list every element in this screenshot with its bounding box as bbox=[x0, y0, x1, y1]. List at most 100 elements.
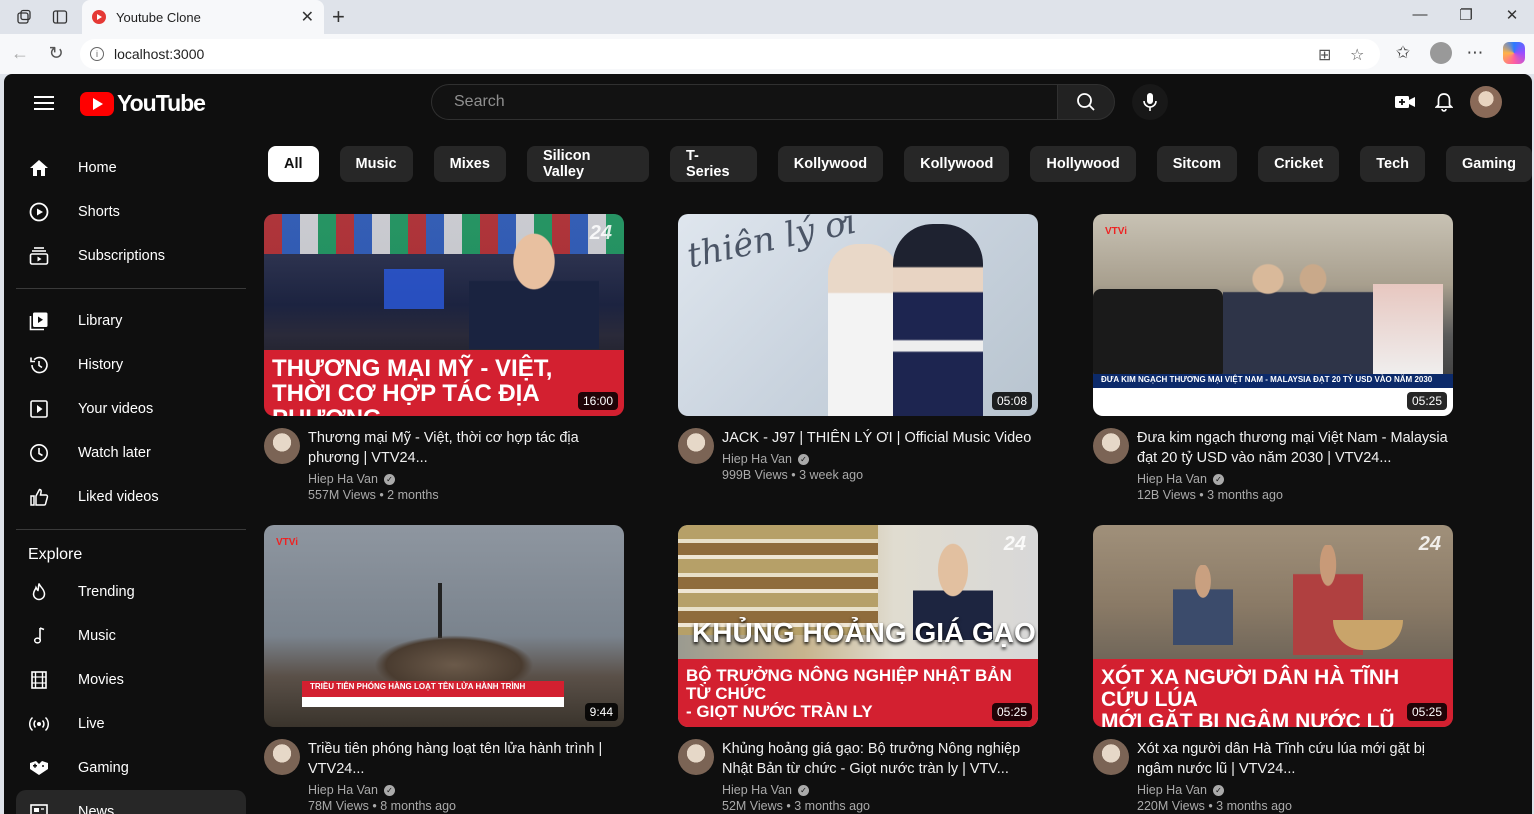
sidebar-item-home[interactable]: Home bbox=[16, 146, 246, 190]
video-duration: 05:25 bbox=[1406, 703, 1447, 721]
back-icon[interactable]: ← bbox=[8, 43, 32, 64]
video-stats: 220M Views • 3 months ago bbox=[1137, 799, 1292, 813]
video-card[interactable]: VTVi TRIỀU TIÊN PHÓNG HÀNG LOẠT TÊN LỬA … bbox=[264, 525, 624, 813]
notifications-bell-icon[interactable] bbox=[1432, 90, 1456, 114]
create-video-icon[interactable] bbox=[1393, 90, 1417, 114]
chip-silicon-valley[interactable]: Silicon Valley bbox=[526, 146, 649, 182]
sidebar-item-trending[interactable]: Trending bbox=[16, 570, 246, 614]
video-thumbnail[interactable]: 24 XÓT XA NGƯỜI DÂN HÀ TĨNH CỨU LÚA MỚI … bbox=[1093, 525, 1453, 727]
chip-music[interactable]: Music bbox=[339, 146, 413, 182]
close-tab-icon[interactable]: ✕ bbox=[301, 7, 314, 27]
video-thumbnail[interactable]: thiên lý ơi 05:08 bbox=[678, 214, 1038, 416]
sidebar-item-subscriptions[interactable]: Subscriptions bbox=[16, 234, 246, 278]
sidebar-item-watch-later[interactable]: Watch later bbox=[16, 431, 246, 475]
sidebar-item-liked-videos[interactable]: Liked videos bbox=[16, 475, 246, 519]
video-stats: 999B Views • 3 week ago bbox=[722, 468, 864, 482]
video-card[interactable]: 24 XÓT XA NGƯỜI DÂN HÀ TĨNH CỨU LÚA MỚI … bbox=[1093, 525, 1453, 813]
sidebar-item-gaming[interactable]: Gaming bbox=[16, 746, 246, 790]
search-input[interactable]: Search bbox=[431, 84, 1057, 120]
sidebar-item-label: Music bbox=[78, 628, 116, 644]
channel-badge: 24 bbox=[589, 222, 612, 244]
music-icon bbox=[28, 625, 50, 647]
video-title[interactable]: Đưa kim ngạch thương mại Việt Nam - Mala… bbox=[1137, 428, 1453, 468]
reload-icon[interactable]: ↻ bbox=[44, 43, 68, 64]
video-title[interactable]: Thương mại Mỹ - Việt, thời cơ hợp tác đị… bbox=[308, 428, 624, 468]
channel-avatar[interactable] bbox=[264, 739, 300, 775]
more-menu-icon[interactable]: ⋯ bbox=[1463, 43, 1487, 63]
url-field[interactable]: i localhost:3000 ⊞ ☆ bbox=[80, 39, 1380, 69]
sidebar-item-live[interactable]: Live bbox=[16, 702, 246, 746]
video-thumbnail[interactable]: 24 KHỦNG HOẢNG GIÁ GẠO BỘ TRƯỞNG NÔNG NG… bbox=[678, 525, 1038, 727]
channel-avatar[interactable] bbox=[264, 428, 300, 464]
youtube-logo[interactable]: YouTube bbox=[80, 90, 206, 117]
maximize-icon[interactable]: ❐ bbox=[1451, 6, 1481, 24]
video-title[interactable]: JACK - J97 | THIÊN LÝ ƠI | Official Musi… bbox=[722, 428, 1031, 448]
chip-kollywood-2[interactable]: Kollywood bbox=[904, 146, 1010, 182]
channel-name[interactable]: Hiep Ha Van bbox=[1137, 472, 1207, 486]
minimize-icon[interactable]: — bbox=[1405, 6, 1435, 23]
profile-avatar[interactable] bbox=[1430, 42, 1452, 64]
video-title[interactable]: Triều tiên phóng hàng loạt tên lửa hành … bbox=[308, 739, 624, 779]
video-thumbnail[interactable]: VTVi ĐƯA KIM NGẠCH THƯƠNG MẠI VIỆT NAM -… bbox=[1093, 214, 1453, 416]
channel-name[interactable]: Hiep Ha Van bbox=[308, 472, 378, 486]
video-card[interactable]: thiên lý ơi 05:08 JACK - J97 | THIÊN LÝ … bbox=[678, 214, 1038, 482]
video-thumbnail[interactable]: 24 THƯƠNG MẠI MỸ - VIỆT, THỜI CƠ HỢP TÁC… bbox=[264, 214, 624, 416]
chip-hollywood[interactable]: Hollywood bbox=[1030, 146, 1136, 182]
sidebar-item-music[interactable]: Music bbox=[16, 614, 246, 658]
copilot-icon[interactable] bbox=[1503, 42, 1525, 64]
channel-name[interactable]: Hiep Ha Van bbox=[722, 452, 792, 466]
sidebar-item-your-videos[interactable]: Your videos bbox=[16, 387, 246, 431]
channel-name[interactable]: Hiep Ha Van bbox=[1137, 783, 1207, 797]
favorites-icon[interactable]: ✩ bbox=[1391, 43, 1415, 63]
watch-later-icon bbox=[28, 442, 50, 464]
chip-sitcom[interactable]: Sitcom bbox=[1156, 146, 1238, 182]
chip-gaming[interactable]: Gaming bbox=[1446, 146, 1532, 182]
user-avatar[interactable] bbox=[1470, 86, 1502, 118]
thumbnail-caption: THƯƠNG MẠI MỸ - VIỆT, THỜI CƠ HỢP TÁC ĐỊ… bbox=[264, 350, 624, 416]
video-thumbnail[interactable]: VTVi TRIỀU TIÊN PHÓNG HÀNG LOẠT TÊN LỬA … bbox=[264, 525, 624, 727]
search-button[interactable] bbox=[1057, 84, 1115, 120]
chip-t-series[interactable]: T-Series bbox=[669, 146, 757, 182]
sidebar-item-news[interactable]: News bbox=[16, 790, 246, 814]
channel-avatar[interactable] bbox=[678, 428, 714, 464]
microphone-icon bbox=[1143, 93, 1157, 111]
apps-icon[interactable]: ⊞ bbox=[1318, 45, 1331, 65]
video-card[interactable]: 24 KHỦNG HOẢNG GIÁ GẠO BỘ TRƯỞNG NÔNG NG… bbox=[678, 525, 1038, 813]
close-window-icon[interactable]: ✕ bbox=[1497, 6, 1527, 24]
chip-cricket[interactable]: Cricket bbox=[1258, 146, 1340, 182]
chip-all[interactable]: All bbox=[268, 146, 319, 182]
chip-kollywood[interactable]: Kollywood bbox=[777, 146, 884, 182]
site-info-icon[interactable]: i bbox=[90, 47, 104, 61]
channel-logo: VTVi bbox=[1105, 226, 1128, 237]
new-tab-icon[interactable]: + bbox=[332, 4, 345, 30]
video-title[interactable]: Khủng hoảng giá gạo: Bộ trưởng Nông nghi… bbox=[722, 739, 1038, 779]
video-card[interactable]: VTVi ĐƯA KIM NGẠCH THƯƠNG MẠI VIỆT NAM -… bbox=[1093, 214, 1453, 502]
verified-icon: ✓ bbox=[1212, 473, 1224, 485]
browser-tab[interactable]: Youtube Clone ✕ bbox=[82, 0, 324, 34]
channel-avatar[interactable] bbox=[1093, 739, 1129, 775]
voice-search-button[interactable] bbox=[1132, 84, 1168, 120]
sidebar-item-label: Gaming bbox=[78, 760, 129, 776]
workspaces-icon[interactable] bbox=[12, 6, 36, 28]
sidebar-item-label: Home bbox=[78, 160, 117, 176]
channel-name[interactable]: Hiep Ha Van bbox=[308, 783, 378, 797]
channel-avatar[interactable] bbox=[1093, 428, 1129, 464]
menu-icon[interactable] bbox=[34, 96, 54, 110]
sidebar-item-library[interactable]: Library bbox=[16, 299, 246, 343]
chip-mixes[interactable]: Mixes bbox=[433, 146, 506, 182]
video-card[interactable]: 24 THƯƠNG MẠI MỸ - VIỆT, THỜI CƠ HỢP TÁC… bbox=[264, 214, 624, 502]
video-title[interactable]: Xót xa người dân Hà Tĩnh cứu lúa mới gặt… bbox=[1137, 739, 1453, 779]
channel-avatar[interactable] bbox=[678, 739, 714, 775]
favorite-star-icon[interactable]: ☆ bbox=[1350, 45, 1364, 65]
sidebar-item-movies[interactable]: Movies bbox=[16, 658, 246, 702]
sidebar-item-label: Watch later bbox=[78, 445, 151, 461]
sidebar-item-shorts[interactable]: Shorts bbox=[16, 190, 246, 234]
thumbnail-caption: KHỦNG HOẢNG GIÁ GẠO bbox=[692, 617, 1036, 648]
channel-name[interactable]: Hiep Ha Van bbox=[722, 783, 792, 797]
tab-actions-icon[interactable] bbox=[48, 6, 72, 28]
category-chips: All Music Mixes Silicon Valley T-Series … bbox=[268, 146, 1532, 182]
youtube-favicon-icon bbox=[92, 10, 106, 24]
sidebar-item-history[interactable]: History bbox=[16, 343, 246, 387]
chip-tech[interactable]: Tech bbox=[1360, 146, 1426, 182]
verified-icon: ✓ bbox=[383, 473, 395, 485]
